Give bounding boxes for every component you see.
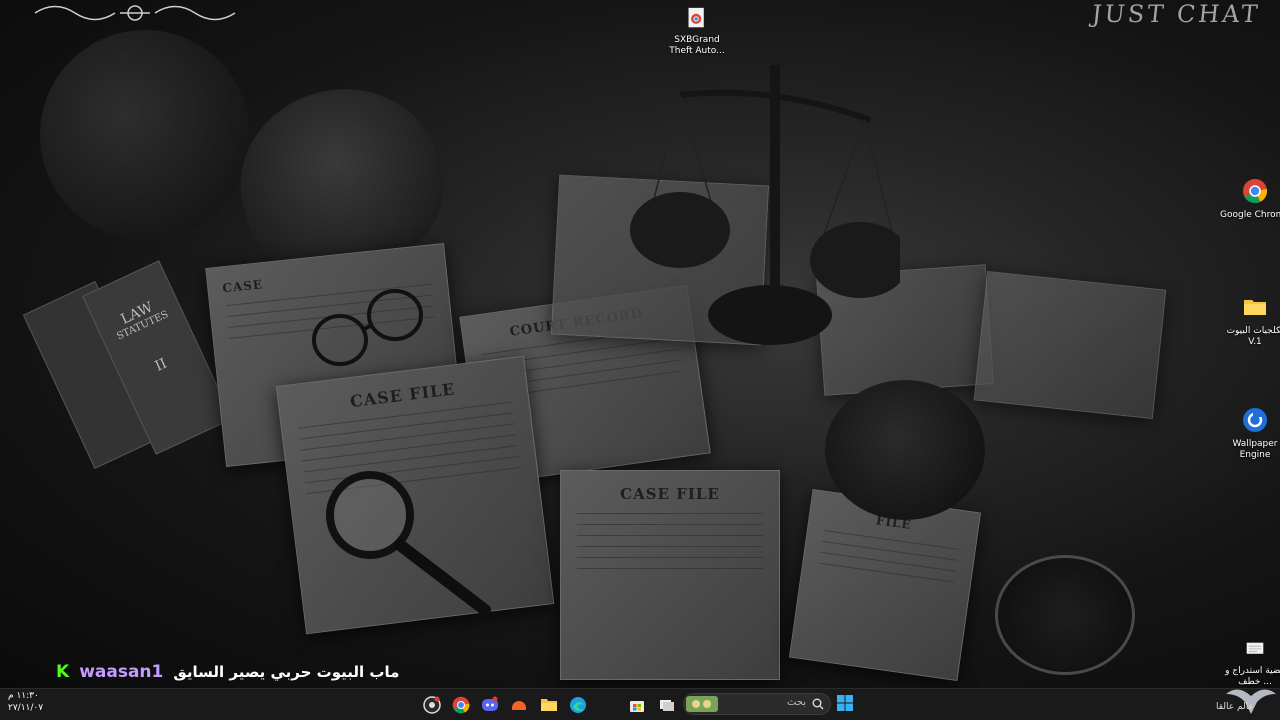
law-book-volume: II	[152, 355, 170, 375]
glasses-decoration	[312, 289, 423, 366]
windows-icon	[837, 695, 853, 711]
taskbar-discord[interactable]	[478, 693, 502, 717]
cup-decoration	[995, 555, 1135, 675]
search-highlight-icon	[686, 696, 718, 712]
wallpaper-engine-icon	[1243, 408, 1267, 432]
store-icon	[630, 701, 644, 712]
desktop-icon-label: تكلجيات البيوت V.1	[1226, 326, 1280, 347]
taskbar-store[interactable]	[625, 693, 649, 717]
chrome-icon	[1243, 179, 1268, 204]
desktop-wallpaper: JUST CHAT LAW STATUTES II CASE COURT REC…	[0, 0, 1280, 688]
task-view-icon	[660, 700, 674, 711]
search-placeholder: بحث	[787, 697, 807, 708]
chrome-shortcut-icon	[688, 7, 704, 28]
discord-icon	[482, 696, 498, 711]
clock-date: ٢٧/١١/٠٧	[8, 703, 44, 713]
start-button[interactable]	[836, 694, 856, 714]
taskbar-file-explorer[interactable]	[537, 693, 561, 717]
obs-icon	[423, 696, 441, 714]
watermark-logo: JUST CHAT	[1090, 0, 1262, 28]
desktop-icon-gta-shortcut[interactable]: SXBGrand Theft Auto...	[662, 7, 732, 57]
ornament-decoration	[34, 5, 236, 21]
clock-time: ١١:٣٠ م	[8, 691, 39, 701]
desktop-icon-label: Google Chrome	[1220, 210, 1280, 220]
taskbar-edge[interactable]	[566, 693, 590, 717]
document-icon	[1246, 642, 1264, 654]
taskbar-app-orange[interactable]	[507, 693, 531, 717]
search-icon	[812, 698, 824, 710]
taskbar-task-view[interactable]	[655, 693, 679, 717]
desktop-icon-wallpaper-engine[interactable]: Wallpaper Engine	[1220, 407, 1280, 461]
system-clock[interactable]: ١١:٣٠ م ٢٧/١١/٠٧	[8, 690, 43, 714]
desktop-icon-folder[interactable]: تكلجيات البيوت V.1	[1220, 294, 1280, 348]
corner-widget-label: عالم عالقا	[1216, 702, 1254, 712]
edge-icon	[570, 697, 586, 713]
background-paper	[973, 270, 1167, 420]
kick-logo: K	[56, 662, 70, 682]
folder-icon	[541, 699, 557, 711]
chat-username: waasan1	[79, 662, 164, 682]
taskbar-obs[interactable]	[420, 693, 444, 717]
magnifier-decoration	[326, 471, 491, 616]
folder-icon	[1244, 300, 1266, 315]
taskbar	[0, 688, 1280, 720]
orange-app-icon	[512, 701, 526, 710]
chat-message: ماب البيوت حربي يصير السايق	[173, 663, 400, 681]
globe-decoration	[40, 30, 250, 240]
chrome-icon	[452, 696, 470, 714]
desktop-icon-google-chrome[interactable]: Google Chrome	[1220, 178, 1280, 221]
paper-title: CASE FILE	[620, 485, 720, 503]
gavel-decoration	[825, 380, 985, 520]
desktop-icon-label: SXBGrand Theft Auto...	[669, 35, 725, 56]
desktop-icon-label: Wallpaper Engine	[1232, 439, 1278, 460]
chat-overlay: K waasan1 ماب البيوت حربي يصير السايق	[56, 662, 399, 682]
case-file-paper: CASE FILE	[560, 470, 780, 680]
scales-of-justice-decoration	[630, 65, 900, 345]
taskbar-chrome[interactable]	[449, 693, 473, 717]
